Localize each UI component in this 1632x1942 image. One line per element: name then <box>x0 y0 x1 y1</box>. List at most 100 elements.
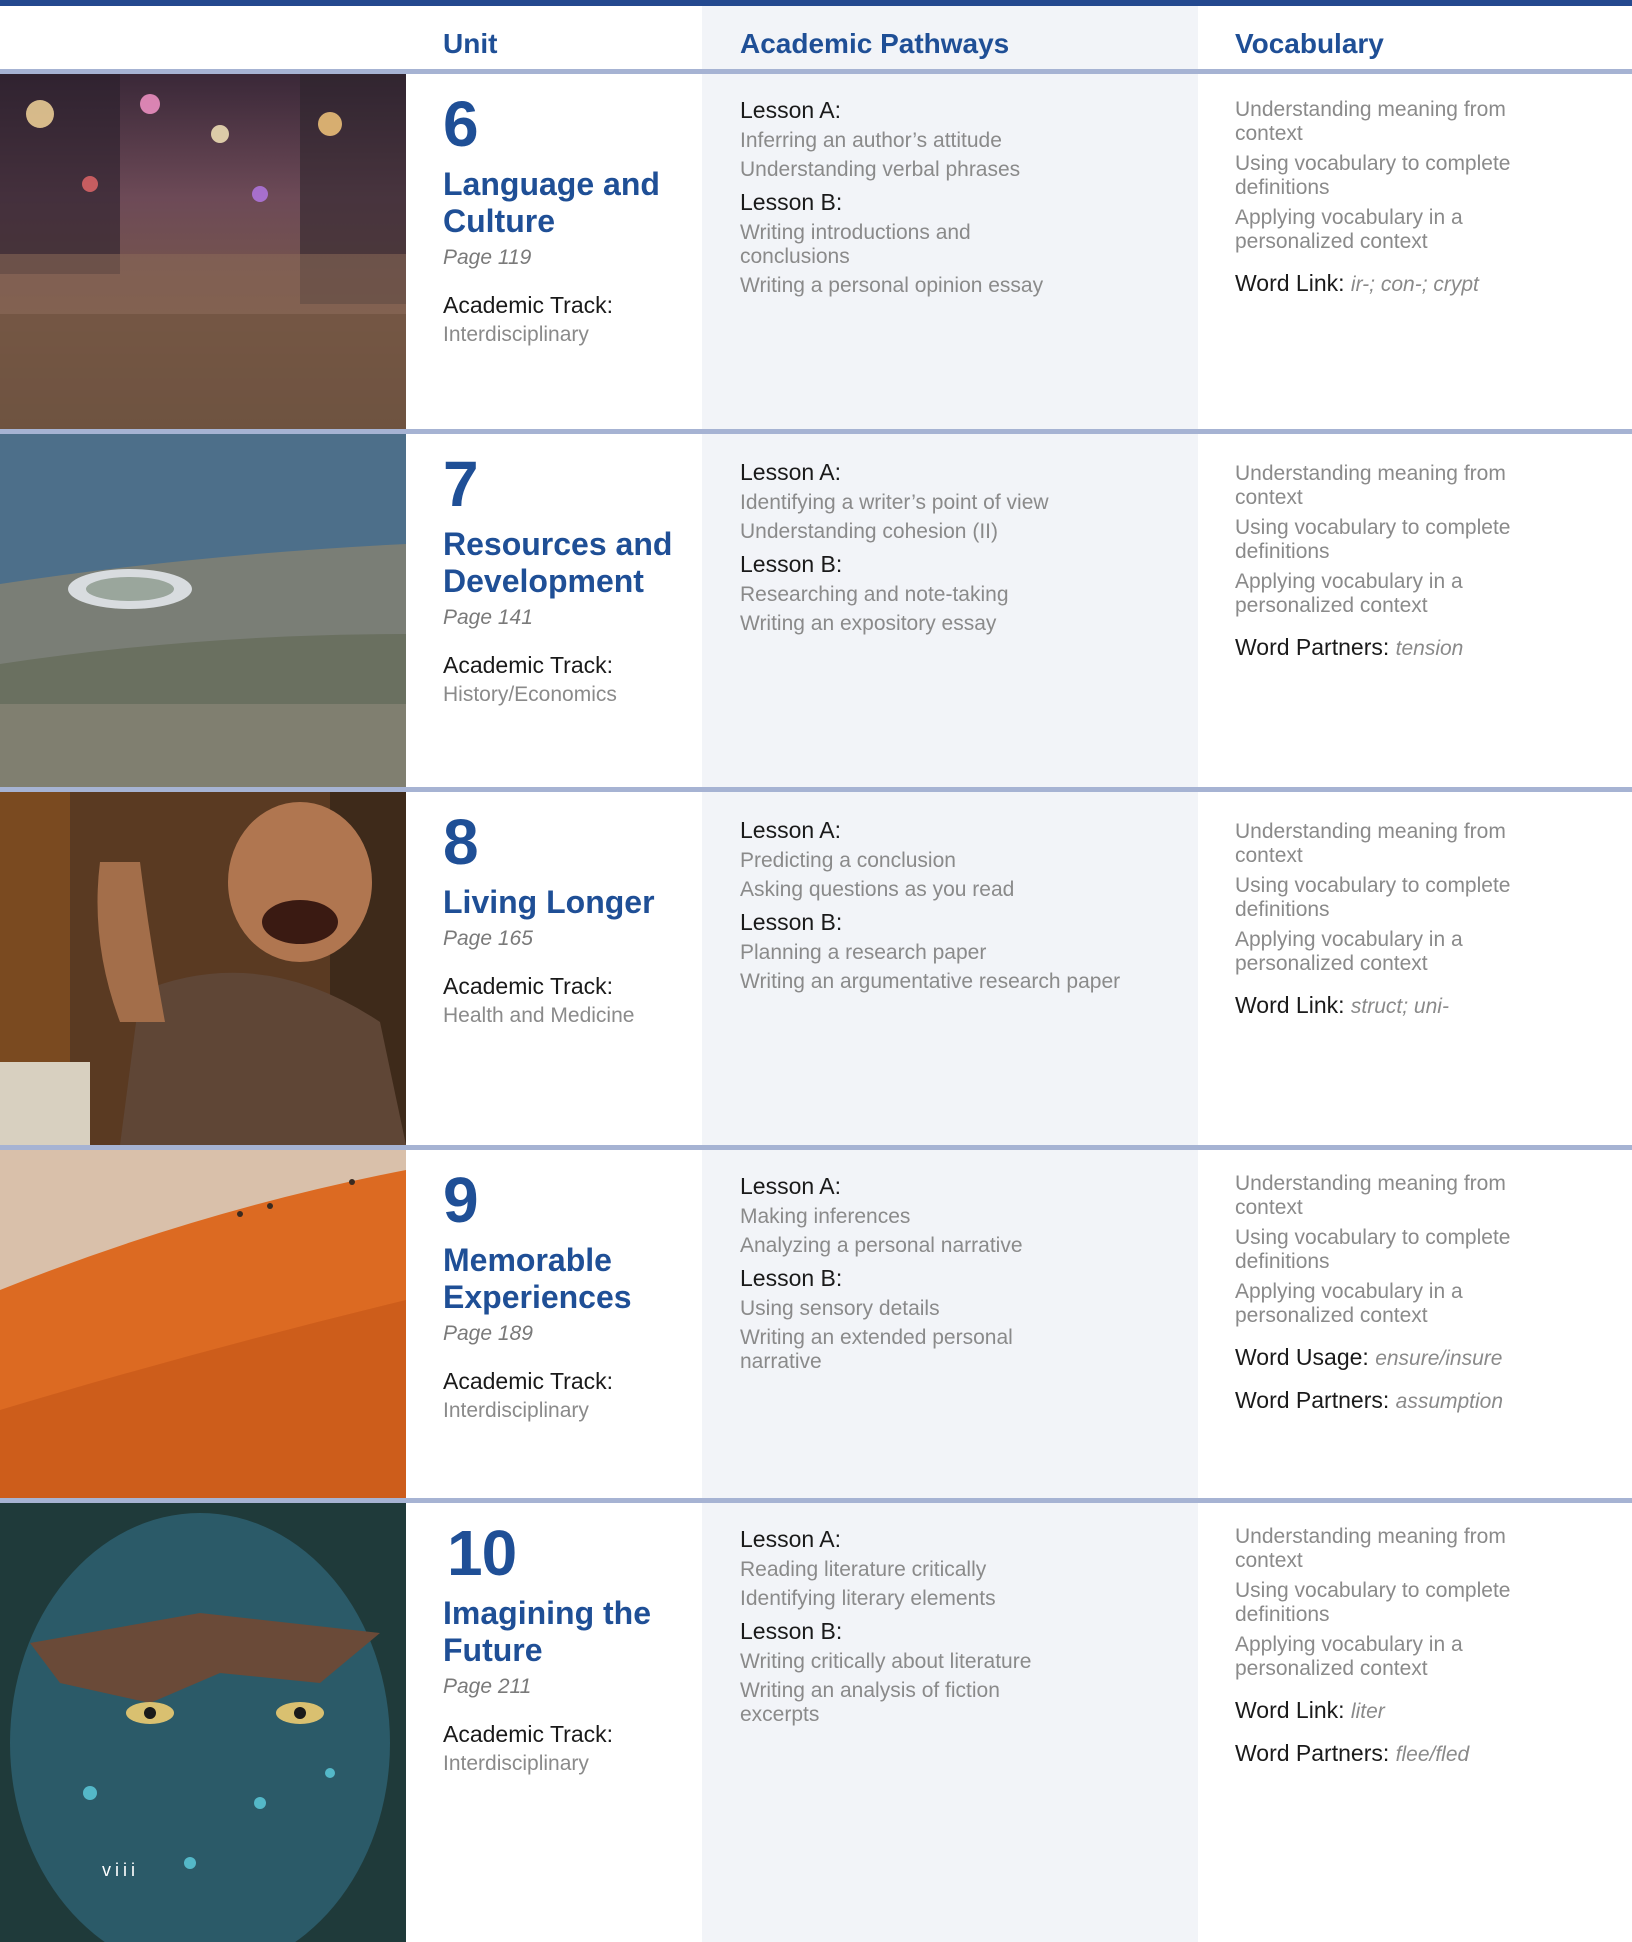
academic-pathways: Lesson A: Inferring an author’s attitude… <box>740 96 1180 298</box>
vocab-extra-value: assumption <box>1395 1390 1504 1413</box>
lesson-item: Writing an analysis of fiction excerpts <box>740 1679 1000 1726</box>
unit-number: 10 <box>447 1517 517 1589</box>
header-unit: Unit <box>443 28 498 59</box>
header-academic-pathways: Academic Pathways <box>740 28 1010 59</box>
unit-page: Page 141 <box>443 606 533 629</box>
unit-title: Memorable Experiences <box>443 1242 632 1315</box>
unit-row: 10 Imagining the Future Page 211 Academi… <box>0 1503 1632 1942</box>
vocab-extra-value: ir-; con-; crypt <box>1350 273 1479 296</box>
unit-title: Living Longer <box>443 884 655 920</box>
vocab-item: Using vocabulary to complete definitions <box>1235 516 1511 563</box>
unit-info: 9 Memorable Experiences Page 189 Academi… <box>443 1150 693 1423</box>
unit-photo <box>0 1150 406 1500</box>
vocab-item: Applying vocabulary in a personalized co… <box>1235 570 1463 617</box>
vocab-extra: Word Partners: flee/fled <box>1235 1740 1615 1767</box>
unit-row: 7 Resources and Development Page 141 Aca… <box>0 434 1632 787</box>
vocab-item: Understanding meaning from context <box>1235 1525 1506 1572</box>
vocab-extra-label: Word Link: <box>1235 1697 1345 1723</box>
unit-page: Page 189 <box>443 1322 533 1345</box>
lesson-item: Understanding verbal phrases <box>740 158 1021 181</box>
academic-track-label: Academic Track: <box>443 652 613 678</box>
academic-track-label: Academic Track: <box>443 973 613 999</box>
lesson-item: Analyzing a personal narrative <box>740 1234 1023 1257</box>
lesson-a-label: Lesson A: <box>740 1526 842 1552</box>
vocab-extra-label: Word Link: <box>1235 992 1345 1018</box>
vocab-extra: Word Link: liter <box>1235 1697 1615 1724</box>
lesson-item: Inferring an author’s attitude <box>740 129 1002 152</box>
vocab-extra: Word Usage: ensure/insure <box>1235 1344 1615 1371</box>
vocab-extra-value: tension <box>1395 637 1464 660</box>
lesson-item: Using sensory details <box>740 1297 940 1320</box>
vocabulary: Understanding meaning from context Using… <box>1235 98 1615 297</box>
vocab-item: Understanding meaning from context <box>1235 98 1506 145</box>
unit-photo <box>0 1503 406 1942</box>
vocab-extra: Word Link: struct; uni- <box>1235 992 1615 1019</box>
unit-row: 9 Memorable Experiences Page 189 Academi… <box>0 1150 1632 1500</box>
lesson-item: Identifying a writer’s point of view <box>740 491 1049 514</box>
lesson-item: Planning a research paper <box>740 941 987 964</box>
vocab-extra-label: Word Partners: <box>1235 1387 1390 1413</box>
unit-title: Language and Culture <box>443 166 660 239</box>
vocab-item: Applying vocabulary in a personalized co… <box>1235 1633 1463 1680</box>
lesson-item: Writing an extended personal narrative <box>740 1326 1013 1373</box>
vocab-extra-label: Word Partners: <box>1235 634 1390 660</box>
vocab-extra-value: flee/fled <box>1395 1743 1470 1766</box>
unit-number: 7 <box>443 448 479 520</box>
vocab-item: Understanding meaning from context <box>1235 1172 1506 1219</box>
unit-title: Imagining the Future <box>443 1595 651 1668</box>
lesson-a-label: Lesson A: <box>740 817 842 843</box>
academic-track-label: Academic Track: <box>443 1368 613 1394</box>
header-vocabulary: Vocabulary <box>1235 28 1384 59</box>
vocab-extra: Word Partners: assumption <box>1235 1387 1615 1414</box>
lesson-item: Writing an expository essay <box>740 612 997 635</box>
lesson-b-label: Lesson B: <box>740 551 843 577</box>
lesson-a-label: Lesson A: <box>740 459 842 485</box>
vocab-extra: Word Link: ir-; con-; crypt <box>1235 270 1615 297</box>
lesson-item: Understanding cohesion (II) <box>740 520 998 543</box>
vocab-item: Using vocabulary to complete definitions <box>1235 874 1511 921</box>
unit-info: 6 Language and Culture Page 119 Academic… <box>443 74 693 347</box>
academic-track-value: Interdisciplinary <box>443 1399 589 1422</box>
vocabulary: Understanding meaning from context Using… <box>1235 1172 1615 1414</box>
lesson-b-label: Lesson B: <box>740 1265 843 1291</box>
lesson-item: Researching and note-taking <box>740 583 1009 606</box>
academic-pathways: Lesson A: Making inferences Analyzing a … <box>740 1172 1180 1374</box>
unit-number: 9 <box>443 1164 479 1236</box>
unit-page: Page 119 <box>443 246 532 269</box>
lesson-item: Reading literature critically <box>740 1558 987 1581</box>
vocab-extra-label: Word Partners: <box>1235 1740 1390 1766</box>
lesson-item: Writing a personal opinion essay <box>740 274 1044 297</box>
lesson-item: Making inferences <box>740 1205 911 1228</box>
unit-photo <box>0 74 406 429</box>
page-number: viii <box>102 1860 139 1880</box>
vocab-item: Using vocabulary to complete definitions <box>1235 1226 1511 1273</box>
lesson-item: Identifying literary elements <box>740 1587 996 1610</box>
academic-track-value: History/Economics <box>443 683 617 706</box>
lesson-item: Asking questions as you read <box>740 878 1015 901</box>
lesson-a-label: Lesson A: <box>740 97 842 123</box>
vocab-extra-value: ensure/insure <box>1375 1347 1503 1370</box>
vocab-item: Understanding meaning from context <box>1235 462 1506 509</box>
vocab-item: Applying vocabulary in a personalized co… <box>1235 206 1463 253</box>
vocab-item: Understanding meaning from context <box>1235 820 1506 867</box>
vocab-extra-label: Word Usage: <box>1235 1344 1369 1370</box>
unit-number: 8 <box>443 806 479 878</box>
table-header: Unit Academic Pathways Vocabulary <box>0 6 1632 70</box>
unit-photo <box>0 792 406 1145</box>
unit-title: Resources and Development <box>443 526 673 599</box>
vocab-item: Applying vocabulary in a personalized co… <box>1235 1280 1463 1327</box>
unit-row: 6 Language and Culture Page 119 Academic… <box>0 74 1632 429</box>
vocabulary: Understanding meaning from context Using… <box>1235 820 1615 1019</box>
unit-page: Page 165 <box>443 927 533 950</box>
academic-pathways: Lesson A: Identifying a writer’s point o… <box>740 458 1180 636</box>
academic-track-label: Academic Track: <box>443 1721 613 1747</box>
lesson-a-label: Lesson A: <box>740 1173 842 1199</box>
academic-track-value: Health and Medicine <box>443 1004 635 1027</box>
lesson-item: Predicting a conclusion <box>740 849 956 872</box>
vocab-item: Using vocabulary to complete definitions <box>1235 152 1511 199</box>
lesson-b-label: Lesson B: <box>740 189 843 215</box>
vocab-item: Applying vocabulary in a personalized co… <box>1235 928 1463 975</box>
vocab-extra-value: liter <box>1350 1700 1385 1723</box>
unit-number: 6 <box>443 88 479 160</box>
vocab-extra-label: Word Link: <box>1235 270 1345 296</box>
